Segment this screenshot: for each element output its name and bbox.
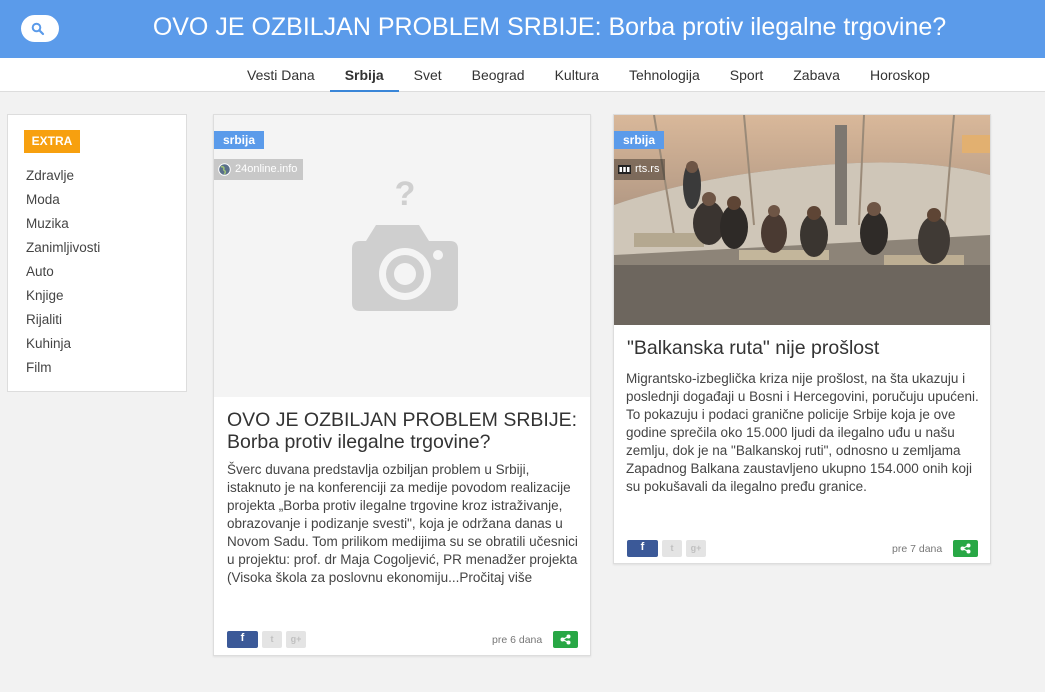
camera-placeholder-icon: ? bbox=[352, 175, 458, 311]
source-label: 24online.info bbox=[235, 163, 298, 175]
sidebar-item-muzika[interactable]: Muzika bbox=[26, 212, 100, 236]
page-title: OVO JE OZBILJAN PROBLEM SRBIJE: Borba pr… bbox=[152, 13, 947, 41]
nav-item-srbija[interactable]: Srbija bbox=[329, 58, 399, 92]
category-tag[interactable]: srbija bbox=[214, 131, 265, 149]
article-card[interactable]: srbija rts.rs "Balkanska ruta" nije proš… bbox=[613, 114, 991, 564]
article-title[interactable]: OVO JE OZBILJAN PROBLEM SRBIJE: Borba pr… bbox=[227, 409, 577, 453]
top-header: OVO JE OZBILJAN PROBLEM SRBIJE: Borba pr… bbox=[0, 0, 1045, 58]
googleplus-icon: g+ bbox=[290, 634, 302, 644]
nav-item-tehnologija[interactable]: Tehnologija bbox=[614, 58, 715, 92]
nav-item-sport[interactable]: Sport bbox=[715, 58, 778, 92]
rts-logo-icon bbox=[618, 165, 631, 174]
googleplus-share-button[interactable]: g+ bbox=[686, 540, 706, 557]
sidebar-item-rijaliti[interactable]: Rijaliti bbox=[26, 308, 100, 332]
sidebar-item-film[interactable]: Film bbox=[26, 356, 100, 380]
article-card[interactable]: ? srbija 24online.info OVO JE OZBILJAN P… bbox=[213, 114, 591, 656]
facebook-icon: f bbox=[240, 632, 245, 644]
googleplus-share-button[interactable]: g+ bbox=[286, 631, 306, 648]
source-label: rts.rs bbox=[635, 163, 660, 175]
sidebar-item-knjige[interactable]: Knjige bbox=[26, 284, 100, 308]
facebook-share-button[interactable]: f bbox=[227, 631, 258, 648]
svg-text:?: ? bbox=[395, 175, 416, 213]
nav-item-vesti-dana[interactable]: Vesti Dana bbox=[232, 58, 330, 92]
sidebar-list: Zdravlje Moda Muzika Zanimljivosti Auto … bbox=[26, 164, 100, 380]
share-icon bbox=[960, 543, 971, 554]
category-tag[interactable]: srbija bbox=[614, 131, 665, 149]
sidebar-item-zdravlje[interactable]: Zdravlje bbox=[26, 164, 100, 188]
article-excerpt: Šverc duvana predstavlja ozbiljan proble… bbox=[227, 462, 578, 585]
twitter-share-button[interactable]: t bbox=[262, 631, 282, 648]
sidebar-item-zanimljivosti[interactable]: Zanimljivosti bbox=[26, 236, 100, 260]
article-image-placeholder[interactable]: ? bbox=[214, 115, 590, 397]
share-button[interactable] bbox=[953, 540, 978, 557]
extra-badge: EXTRA bbox=[24, 130, 80, 153]
googleplus-icon: g+ bbox=[690, 543, 702, 553]
sidebar: EXTRA Zdravlje Moda Muzika Zanimljivosti… bbox=[7, 114, 187, 392]
article-image[interactable] bbox=[614, 115, 990, 325]
article-time: pre 6 dana bbox=[492, 634, 543, 646]
nav-item-kultura[interactable]: Kultura bbox=[540, 58, 614, 92]
twitter-icon: t bbox=[670, 543, 674, 553]
nav-item-beograd[interactable]: Beograd bbox=[457, 58, 540, 92]
article-excerpt: Migrantsko-izbeglička kriza nije prošlos… bbox=[626, 371, 979, 494]
nav-item-zabava[interactable]: Zabava bbox=[778, 58, 855, 92]
globe-icon bbox=[218, 163, 231, 176]
facebook-share-button[interactable]: f bbox=[627, 540, 658, 557]
share-icon bbox=[560, 634, 571, 645]
twitter-icon: t bbox=[270, 634, 274, 644]
nav-item-horoskop[interactable]: Horoskop bbox=[855, 58, 945, 92]
sidebar-item-moda[interactable]: Moda bbox=[26, 188, 100, 212]
twitter-share-button[interactable]: t bbox=[662, 540, 682, 557]
source-tag[interactable]: 24online.info bbox=[214, 159, 304, 180]
article-time: pre 7 dana bbox=[892, 543, 943, 555]
category-nav: Vesti Dana Srbija Svet Beograd Kultura T… bbox=[0, 58, 1045, 92]
share-button[interactable] bbox=[553, 631, 578, 648]
sidebar-item-auto[interactable]: Auto bbox=[26, 260, 100, 284]
facebook-icon: f bbox=[640, 541, 645, 553]
article-title[interactable]: "Balkanska ruta" nije prošlost bbox=[627, 337, 977, 359]
nav-item-svet[interactable]: Svet bbox=[399, 58, 457, 92]
sidebar-item-kuhinja[interactable]: Kuhinja bbox=[26, 332, 100, 356]
source-tag[interactable]: rts.rs bbox=[614, 159, 666, 180]
migrant-tent-photo bbox=[614, 115, 990, 325]
